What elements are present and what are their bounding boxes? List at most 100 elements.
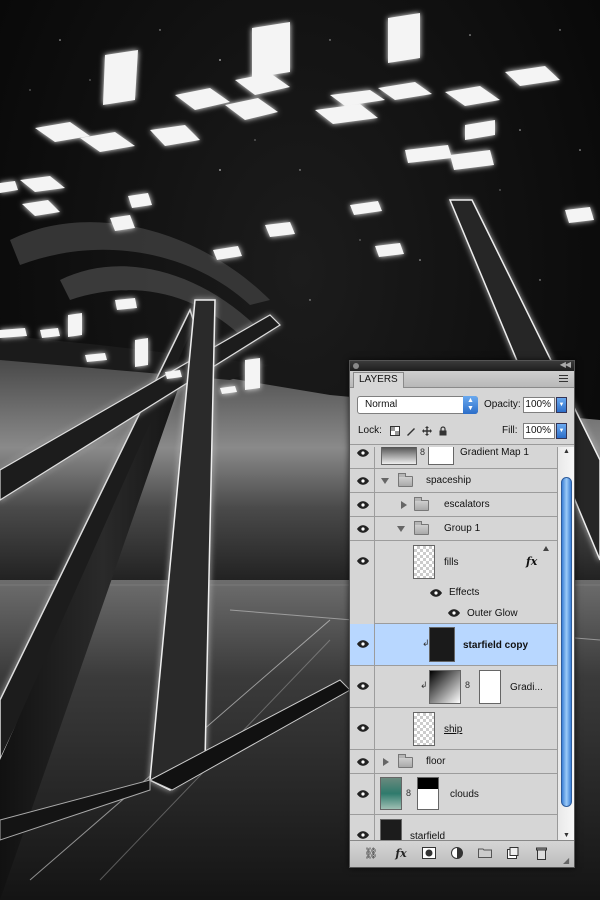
layer-name: Gradi... (510, 682, 543, 693)
chain-link-icon: 8 (465, 680, 471, 690)
layer-row-starfield-copy[interactable]: ↲ starfield copy (350, 624, 557, 666)
fill-label: Fill: (502, 425, 518, 436)
effect-row-outer-glow[interactable]: Outer Glow (375, 603, 557, 624)
effects-label: Effects (449, 587, 480, 598)
folder-icon (414, 497, 429, 511)
collapse-arrow-icon[interactable] (383, 758, 389, 766)
new-adjustment-layer-icon[interactable] (448, 847, 466, 861)
new-layer-icon[interactable] (504, 847, 522, 861)
add-mask-icon[interactable] (420, 847, 438, 861)
eye-icon[interactable] (357, 557, 369, 565)
visibility-cell[interactable] (350, 750, 375, 773)
lock-pixels-icon[interactable] (406, 426, 416, 436)
scroll-thumb[interactable] (561, 477, 572, 807)
clipping-arrow-icon: ↲ (420, 680, 428, 690)
visibility-cell[interactable] (350, 624, 375, 665)
visibility-cell[interactable] (350, 774, 375, 814)
opacity-dropdown-icon[interactable]: ▼ (556, 397, 567, 413)
resize-grip-icon[interactable]: ◢ (563, 856, 573, 866)
mask-thumbnail (417, 777, 439, 810)
folder-icon (398, 754, 413, 768)
layer-name: escalators (444, 499, 490, 510)
layer-thumbnail (413, 712, 435, 746)
expand-arrow-icon[interactable] (397, 526, 405, 532)
vertical-scrollbar[interactable]: ▲ ▼ (557, 447, 574, 841)
fill-field[interactable]: 100% (523, 423, 555, 439)
layer-list: 8 Gradient Map 1 spaceship escalators Gr… (350, 447, 557, 841)
eye-icon[interactable] (357, 790, 369, 798)
eye-icon[interactable] (357, 831, 369, 839)
updown-arrows-icon: ▲ ▼ (463, 396, 478, 414)
tab-layers[interactable]: LAYERS (353, 372, 404, 388)
eye-icon[interactable] (357, 724, 369, 732)
panel-menu-icon[interactable] (556, 373, 570, 385)
layer-name: Gradient Map 1 (460, 447, 529, 458)
effects-toggle-icon[interactable] (543, 546, 549, 551)
layer-row-ship[interactable]: ship (350, 708, 557, 750)
eye-icon[interactable] (357, 640, 369, 648)
layer-row-clouds[interactable]: 8 clouds (350, 774, 557, 815)
layer-name: clouds (450, 789, 479, 800)
link-layers-icon[interactable]: ⛓ (362, 847, 380, 861)
folder-icon (414, 521, 429, 535)
layer-row-gradient-map[interactable]: 8 Gradient Map 1 (350, 447, 557, 469)
layer-row-floor[interactable]: floor (350, 750, 557, 774)
visibility-cell[interactable] (350, 708, 375, 749)
layer-row-group1[interactable]: Group 1 (350, 517, 557, 541)
layer-name: ship (444, 724, 463, 735)
effects-row[interactable]: Effects (375, 583, 557, 603)
layer-row-spaceship[interactable]: spaceship (350, 469, 557, 493)
visibility-cell[interactable] (350, 666, 375, 707)
add-layer-style-icon[interactable]: fx (392, 847, 410, 861)
layer-name: Group 1 (444, 523, 481, 534)
eye-icon[interactable] (357, 501, 369, 509)
lock-transparency-icon[interactable] (390, 426, 400, 436)
layers-toolbar: ⛓ fx ◢ (350, 840, 574, 867)
visibility-cell[interactable] (350, 447, 375, 468)
visibility-cell[interactable] (350, 493, 375, 516)
adjustment-thumbnail (381, 447, 417, 465)
layer-row-fills[interactable]: fills fx (350, 541, 557, 624)
layer-thumbnail (380, 819, 402, 841)
new-group-icon[interactable] (476, 847, 494, 861)
blend-mode-select[interactable]: Normal ▲ ▼ (357, 396, 478, 414)
visibility-cell[interactable] (350, 469, 375, 492)
collapse-icon[interactable]: ◀◀ (560, 360, 571, 369)
eye-icon[interactable] (357, 682, 369, 690)
eye-icon[interactable] (430, 589, 442, 597)
visibility-cell[interactable] (350, 541, 375, 624)
collapse-arrow-icon[interactable] (401, 501, 407, 509)
mask-thumbnail (479, 670, 501, 704)
layer-name: fills (444, 557, 459, 568)
scroll-up-icon[interactable]: ▲ (561, 447, 572, 457)
fill-dropdown-icon[interactable]: ▼ (556, 423, 567, 439)
expand-arrow-icon[interactable] (381, 478, 389, 484)
lock-fill-row: Lock: Fill: 100% ▼ (350, 418, 574, 445)
layer-name: spaceship (426, 475, 472, 486)
eye-icon[interactable] (448, 609, 460, 617)
panel-titlebar[interactable]: ◀◀ (350, 360, 574, 371)
mask-thumbnail (428, 447, 454, 465)
gradient-thumbnail (429, 670, 461, 704)
panel-tabbar: LAYERS (350, 371, 574, 388)
opacity-field[interactable]: 100% (523, 397, 555, 413)
layer-row-starfield[interactable]: starfield (350, 815, 557, 841)
fx-icon[interactable]: fx (526, 555, 537, 568)
lock-all-icon[interactable] (438, 426, 448, 436)
eye-icon[interactable] (357, 758, 369, 766)
eye-icon[interactable] (357, 477, 369, 485)
layer-row-gradient[interactable]: ↲ 8 Gradi... (350, 666, 557, 708)
layer-name: starfield copy (463, 640, 529, 651)
trash-icon[interactable] (532, 847, 550, 861)
eye-icon[interactable] (357, 449, 369, 457)
layer-thumbnail (413, 545, 435, 579)
layer-row-escalators[interactable]: escalators (350, 493, 557, 517)
visibility-cell[interactable] (350, 815, 375, 841)
layers-panel: ◀◀ LAYERS Normal ▲ ▼ Opacity: 100% ▼ Lock… (349, 360, 575, 868)
close-icon[interactable] (353, 363, 359, 369)
eye-icon[interactable] (357, 525, 369, 533)
visibility-cell[interactable] (350, 517, 375, 540)
layer-thumbnail (380, 777, 402, 810)
lock-position-icon[interactable] (422, 426, 432, 436)
chain-link-icon: 8 (420, 447, 426, 457)
